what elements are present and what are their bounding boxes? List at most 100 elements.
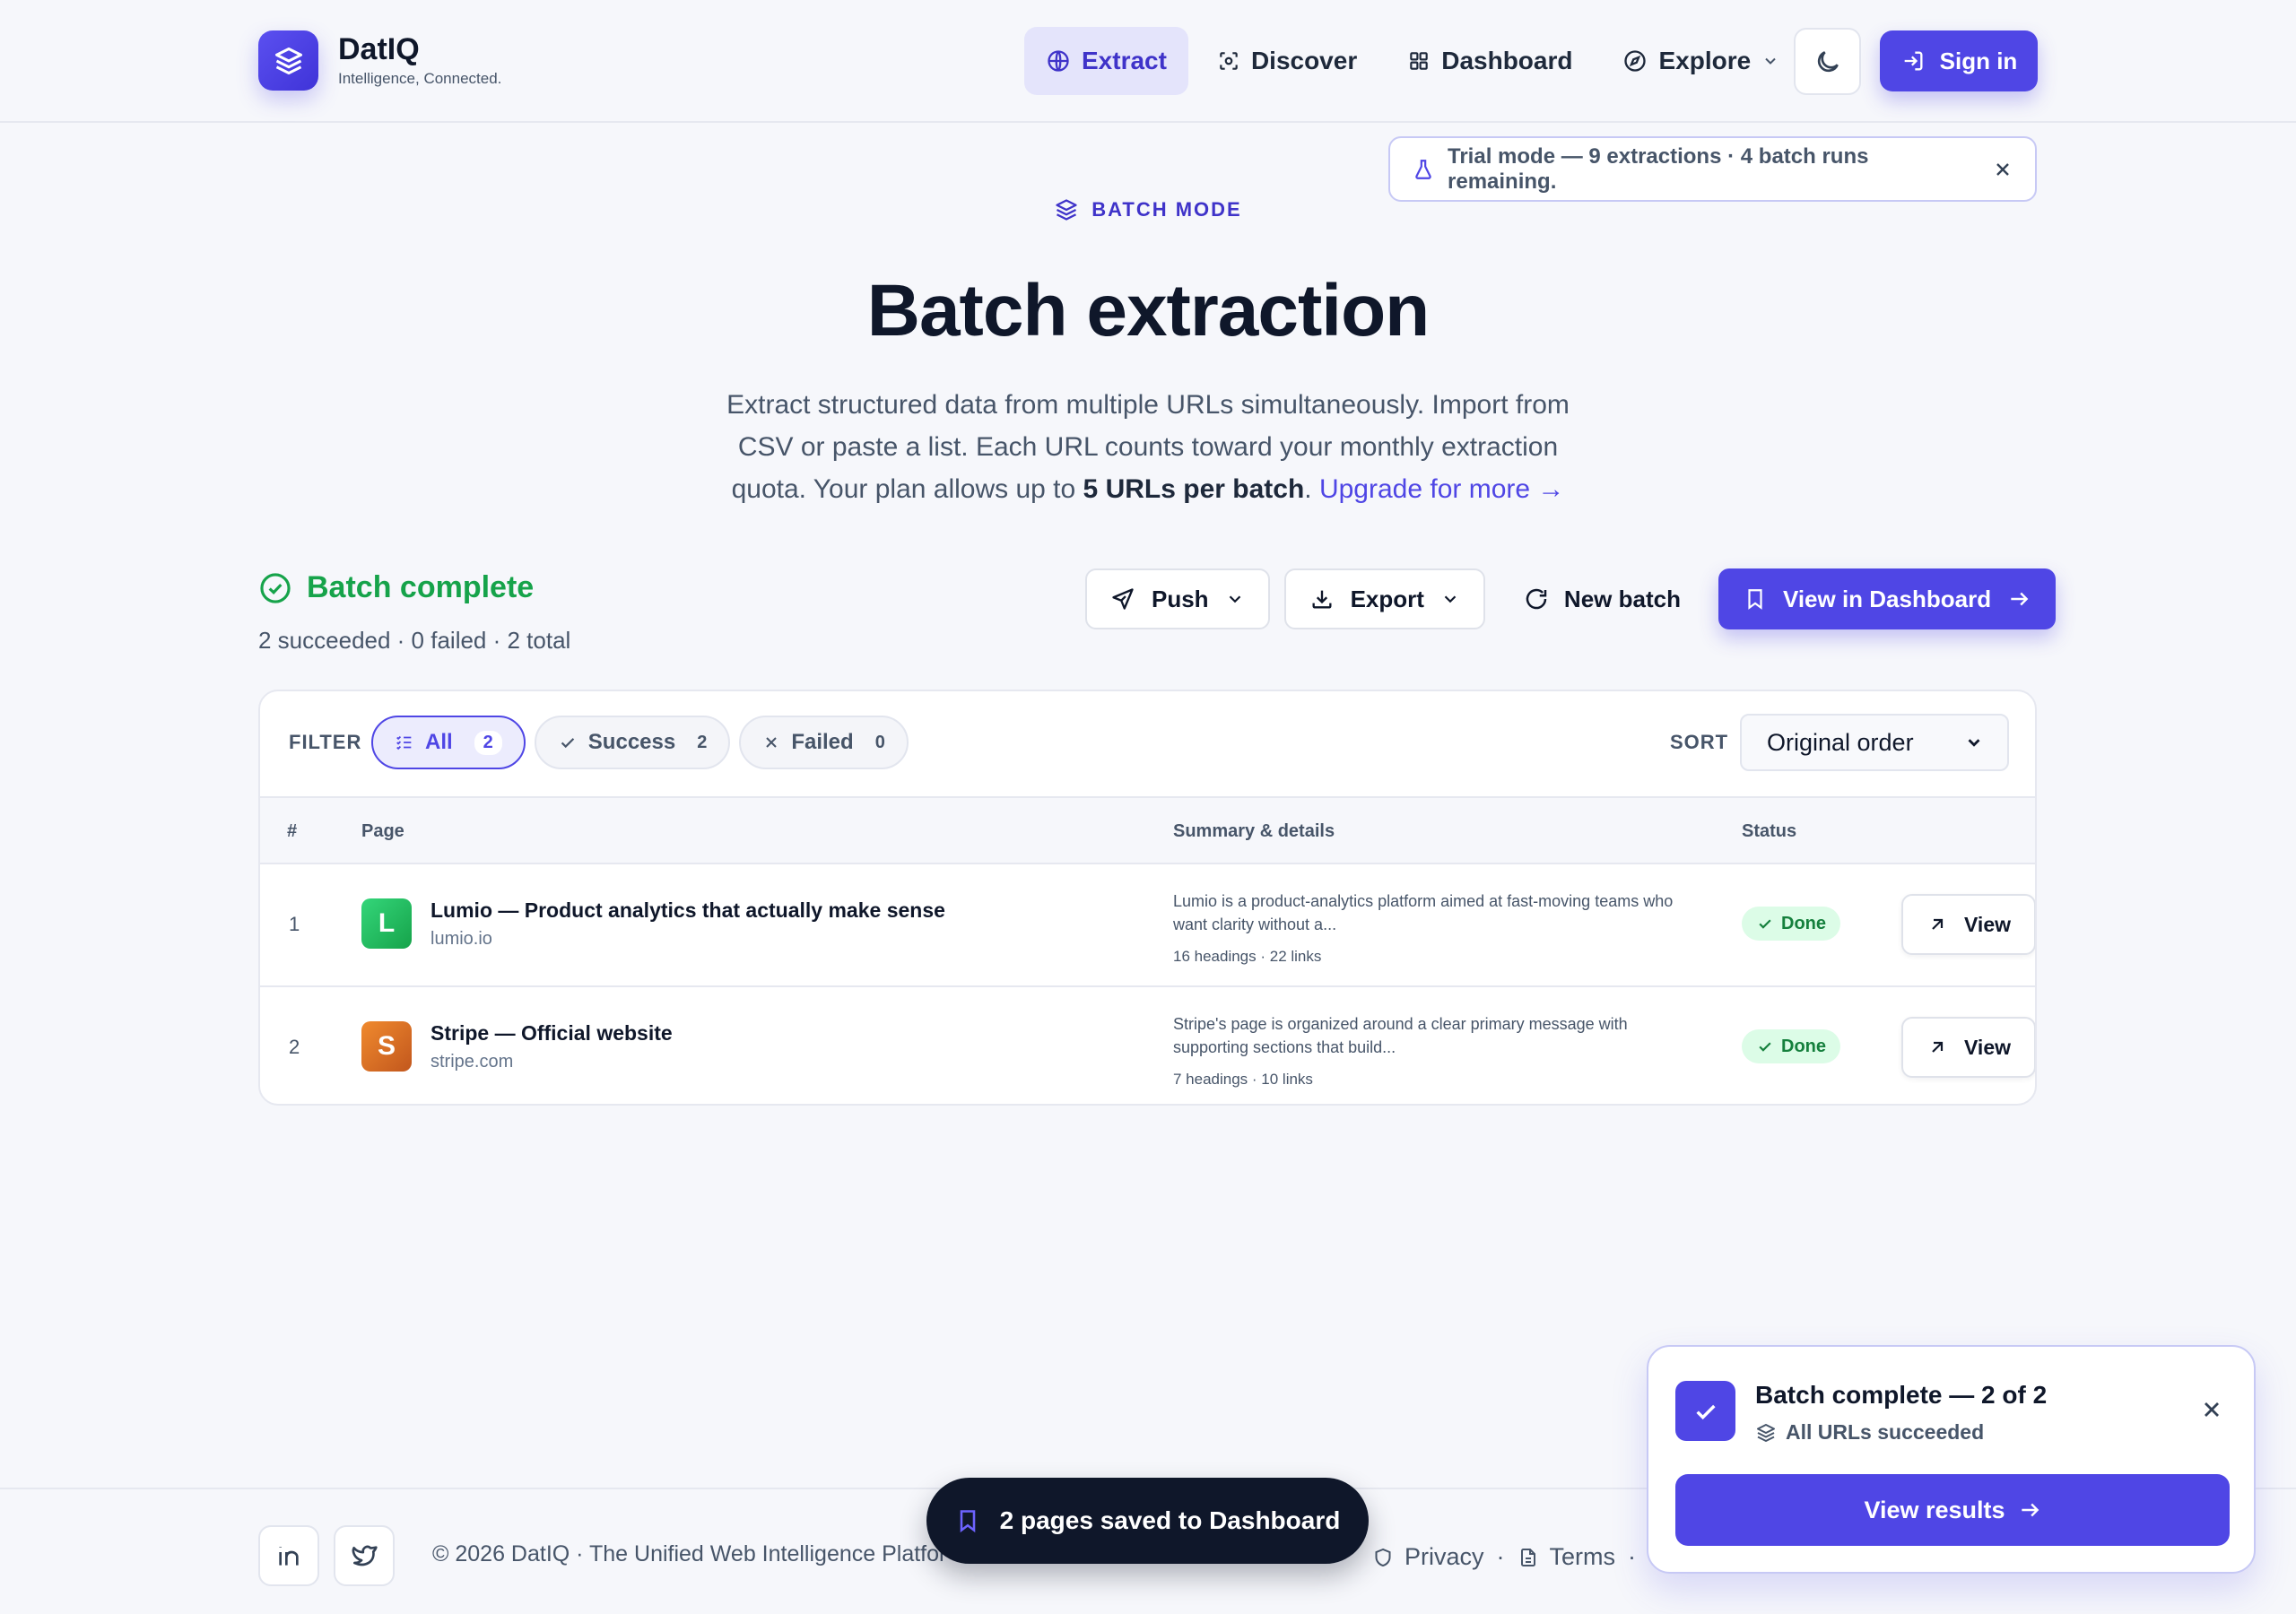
layers-logo-icon	[258, 30, 318, 91]
terms-link[interactable]: Terms	[1518, 1543, 1615, 1571]
arrow-up-right-icon	[1926, 914, 1948, 935]
view-results-button[interactable]: View results	[1675, 1474, 2230, 1546]
check-icon	[558, 733, 578, 752]
compass-icon	[1622, 48, 1648, 74]
view-row-button[interactable]: View	[1901, 894, 2035, 955]
trial-banner: Trial mode — 9 extractions · 4 batch run…	[1388, 136, 2037, 202]
sign-in-button[interactable]: Sign in	[1880, 30, 2038, 91]
batch-status-title: Batch complete	[307, 570, 535, 604]
row-number: 1	[289, 913, 300, 935]
page-description: Extract structured data from multiple UR…	[700, 384, 1596, 510]
send-icon	[1110, 586, 1135, 612]
sort-select[interactable]: Original order	[1740, 714, 2009, 771]
bookmark-icon	[955, 1508, 980, 1533]
arrow-up-right-icon	[1926, 1037, 1948, 1058]
filter-chip-failed-label: Failed	[791, 730, 854, 754]
table-row: 1 L Lumio — Product analytics that actua…	[260, 864, 2035, 985]
chevron-down-icon	[1964, 733, 1984, 752]
view-row-button[interactable]: View	[1901, 1017, 2035, 1078]
twitter-button[interactable]	[334, 1525, 395, 1586]
scan-icon	[1217, 49, 1240, 73]
status-label: Done	[1781, 913, 1826, 933]
sort-label: SORT	[1670, 731, 1729, 753]
arrow-right-icon	[2018, 1498, 2041, 1522]
new-batch-label: New batch	[1563, 585, 1681, 612]
table-header: # Page Summary & details Status	[260, 796, 2035, 864]
page-domain: stripe.com	[430, 1052, 514, 1072]
notification-subtitle: All URLs succeeded	[1755, 1420, 1984, 1445]
close-icon[interactable]	[2199, 1397, 2224, 1422]
nav-extract-label: Extract	[1082, 47, 1167, 74]
export-label: Export	[1350, 585, 1424, 612]
close-icon[interactable]	[1992, 159, 2013, 180]
filter-chip-failed[interactable]: Failed 0	[739, 716, 909, 769]
arrow-right-icon	[2007, 587, 2031, 611]
theme-toggle-button[interactable]	[1794, 28, 1861, 95]
filter-chip-success-count: 2	[697, 732, 708, 752]
nav-discover[interactable]: Discover	[1196, 27, 1378, 95]
batch-status: Batch complete 2 succeeded · 0 failed · …	[258, 570, 570, 655]
view-in-dashboard-button[interactable]: View in Dashboard	[1718, 568, 2057, 629]
push-button[interactable]: Push	[1085, 568, 1270, 629]
chevron-down-icon	[1440, 589, 1460, 609]
filter-bar: FILTER All 2 Success 2 Failed 0 SORT Ori…	[260, 691, 2035, 796]
site-favicon: S	[361, 1021, 412, 1072]
layers-icon	[1054, 197, 1079, 222]
filter-chip-all[interactable]: All 2	[371, 716, 526, 769]
view-label: View	[1964, 912, 2011, 936]
sign-in-label: Sign in	[1939, 47, 2018, 74]
moon-icon	[1813, 48, 1842, 76]
column-header-summary: Summary & details	[1173, 821, 1335, 841]
privacy-link[interactable]: Privacy	[1372, 1543, 1484, 1571]
nav-explore[interactable]: Explore	[1601, 27, 1801, 95]
shield-icon	[1372, 1547, 1394, 1568]
filter-chip-all-label: All	[425, 730, 453, 754]
separator-dot: ·	[1628, 1543, 1637, 1570]
nav-dashboard-label: Dashboard	[1441, 47, 1573, 74]
table-row: 2 S Stripe — Official website stripe.com…	[260, 985, 2035, 1104]
saved-toast: 2 pages saved to Dashboard	[926, 1478, 1369, 1564]
nav-explore-label: Explore	[1658, 47, 1752, 74]
new-batch-button[interactable]: New batch	[1500, 568, 1704, 629]
check-circle-icon	[258, 571, 292, 605]
filter-chip-failed-count: 0	[874, 732, 885, 752]
page-title-link[interactable]: Stripe — Official website	[430, 1021, 673, 1046]
sort-value: Original order	[1767, 728, 1914, 756]
status-label: Done	[1781, 1036, 1826, 1056]
check-icon	[1756, 1037, 1774, 1055]
separator-dot: ·	[1496, 1543, 1505, 1570]
globe-icon	[1046, 48, 1071, 74]
chevron-down-icon	[1761, 52, 1779, 70]
nav-dashboard[interactable]: Dashboard	[1386, 27, 1594, 95]
batch-complete-notification: Batch complete — 2 of 2 All URLs succeed…	[1647, 1345, 2256, 1574]
page-domain: lumio.io	[430, 929, 492, 949]
brand-tagline: Intelligence, Connected.	[338, 69, 502, 87]
download-icon	[1309, 586, 1335, 612]
linkedin-button[interactable]	[258, 1525, 319, 1586]
bookmark-icon	[1744, 587, 1767, 611]
top-header: DatIQ Intelligence, Connected. Extract D…	[0, 0, 2296, 123]
nav-extract[interactable]: Extract	[1024, 27, 1188, 95]
view-in-dashboard-label: View in Dashboard	[1782, 585, 1992, 612]
brand[interactable]: DatIQ Intelligence, Connected.	[258, 30, 501, 91]
notification-subtitle-text: All URLs succeeded	[1786, 1420, 1985, 1444]
view-results-label: View results	[1864, 1496, 2005, 1523]
upgrade-link[interactable]: Upgrade for more →	[1319, 474, 1564, 504]
export-button[interactable]: Export	[1283, 568, 1485, 629]
results-table-card: FILTER All 2 Success 2 Failed 0 SORT Ori…	[258, 690, 2037, 1106]
desc-bold: 5 URLs per batch	[1083, 474, 1305, 504]
favicon-letter: S	[377, 1031, 396, 1061]
x-icon	[762, 733, 780, 751]
view-label: View	[1964, 1035, 2011, 1059]
filter-chip-success[interactable]: Success 2	[534, 716, 731, 769]
notification-title: Batch complete — 2 of 2	[1755, 1381, 2048, 1409]
column-header-number: #	[287, 821, 298, 841]
favicon-letter: L	[378, 908, 396, 938]
login-icon	[1900, 48, 1926, 74]
page-title-link[interactable]: Lumio — Product analytics that actually …	[430, 898, 945, 923]
filter-chip-success-label: Success	[587, 730, 676, 754]
list-check-icon	[395, 733, 414, 752]
row-meta: 16 headings · 22 links	[1173, 948, 1322, 965]
row-summary: Lumio is a product-analytics platform ai…	[1173, 892, 1674, 933]
chevron-down-icon	[1225, 589, 1245, 609]
